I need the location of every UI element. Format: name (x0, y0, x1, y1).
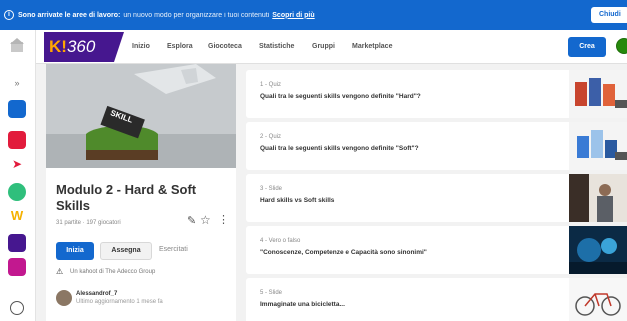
play-button[interactable]: Inizia (56, 242, 94, 260)
banner-close-button[interactable]: Chiudi (591, 7, 627, 23)
question-type: 2 - Quiz (260, 134, 282, 140)
app-green-icon[interactable] (8, 183, 26, 201)
question-card-4[interactable]: 4 - Vero o falso "Conoscenze, Competenze… (246, 226, 627, 274)
question-title: Immaginate una bicicletta... (260, 301, 345, 308)
question-title: Quali tra le seguenti skills vengono def… (260, 93, 421, 100)
banner-text: un nuovo modo per organizzare i tuoi con… (123, 11, 270, 19)
question-title: Hard skills vs Soft skills (260, 197, 335, 204)
info-icon: i (4, 10, 14, 20)
kahoot-title: Modulo 2 - Hard & Soft Skills (56, 182, 197, 213)
w-icon[interactable]: W (8, 207, 26, 225)
app-blue-icon[interactable] (8, 100, 26, 118)
logo-number: 360 (66, 37, 96, 56)
last-updated: Ultimo aggiornamento 1 mese fa (76, 299, 163, 305)
nav-item-explore[interactable]: Esplora (167, 43, 193, 50)
question-card-3[interactable]: 3 - Slide Hard skills vs Soft skills (246, 174, 627, 222)
app-purple-icon[interactable] (8, 234, 26, 252)
question-thumbnail (569, 122, 627, 170)
kahoot-360-logo[interactable]: K!360 (44, 32, 124, 62)
edit-icon[interactable]: ✎ (187, 214, 196, 227)
author-name[interactable]: Alessandrof_7 (76, 291, 117, 297)
practice-button[interactable]: Esercitati (159, 246, 188, 253)
banner-title: Sono arrivate le aree di lavoro: (18, 11, 121, 19)
question-type: 5 - Slide (260, 290, 283, 296)
question-thumbnail (569, 226, 627, 274)
create-button[interactable]: Crea (568, 37, 606, 57)
assign-button[interactable]: Assegna (100, 242, 152, 260)
banner-link[interactable]: Scopri di più (272, 12, 314, 19)
question-card-2[interactable]: 2 - Quiz Quali tra le seguenti skills ve… (246, 122, 627, 170)
question-card-5[interactable]: 5 - Slide Immaginate una bicicletta... (246, 278, 627, 321)
question-type: 1 - Quiz (260, 82, 282, 88)
question-type: 3 - Slide (260, 186, 283, 192)
top-navigation: K!360 Inizio Esplora Giocoteca Statistic… (36, 30, 627, 64)
warning-icon: ⚠ (56, 267, 64, 276)
skill-watering-illustration (46, 64, 236, 168)
info-banner: i Sono arrivate le aree di lavoro: un nu… (0, 0, 627, 30)
help-icon[interactable] (10, 301, 24, 315)
nav-item-home[interactable]: Inizio (132, 43, 150, 50)
star-icon[interactable]: ☆ (200, 213, 211, 227)
question-title: Quali tra le seguenti skills vengono def… (260, 145, 419, 152)
nav-item-library[interactable]: Giocoteca (208, 43, 242, 50)
profile-icon[interactable] (616, 38, 627, 54)
arrow-icon[interactable]: ➤ (8, 155, 26, 173)
kahoot-cover-image: SKILL (46, 64, 236, 168)
more-options-icon[interactable]: ⋮ (218, 213, 229, 226)
question-thumbnail (569, 278, 627, 321)
avatar[interactable] (56, 290, 72, 306)
nav-item-reports[interactable]: Statistiche (259, 43, 294, 50)
kahoot-origin: Un kahoot di The Adecco Group (70, 269, 156, 275)
app-red-icon[interactable] (8, 131, 26, 149)
menu-icon[interactable]: » (8, 78, 26, 96)
app-magenta-icon[interactable] (8, 258, 26, 276)
question-title: "Conoscenze, Competenze e Capacità sono … (260, 249, 427, 256)
kahoot-details-panel: Modulo 2 - Hard & Soft Skills 31 partite… (46, 168, 236, 321)
app-rail: » ➤ W (0, 30, 36, 321)
question-type: 4 - Vero o falso (260, 238, 301, 244)
nav-item-marketplace[interactable]: Marketplace (352, 43, 392, 50)
logo-prefix: K! (49, 37, 67, 56)
question-thumbnail (569, 174, 627, 222)
question-card-1[interactable]: 1 - Quiz Quali tra le seguenti skills ve… (246, 70, 627, 118)
question-thumbnail (569, 70, 627, 118)
kahoot-stats: 31 partite · 197 giocatori (56, 220, 121, 226)
home-icon[interactable] (8, 36, 26, 54)
nav-item-groups[interactable]: Gruppi (312, 43, 335, 50)
